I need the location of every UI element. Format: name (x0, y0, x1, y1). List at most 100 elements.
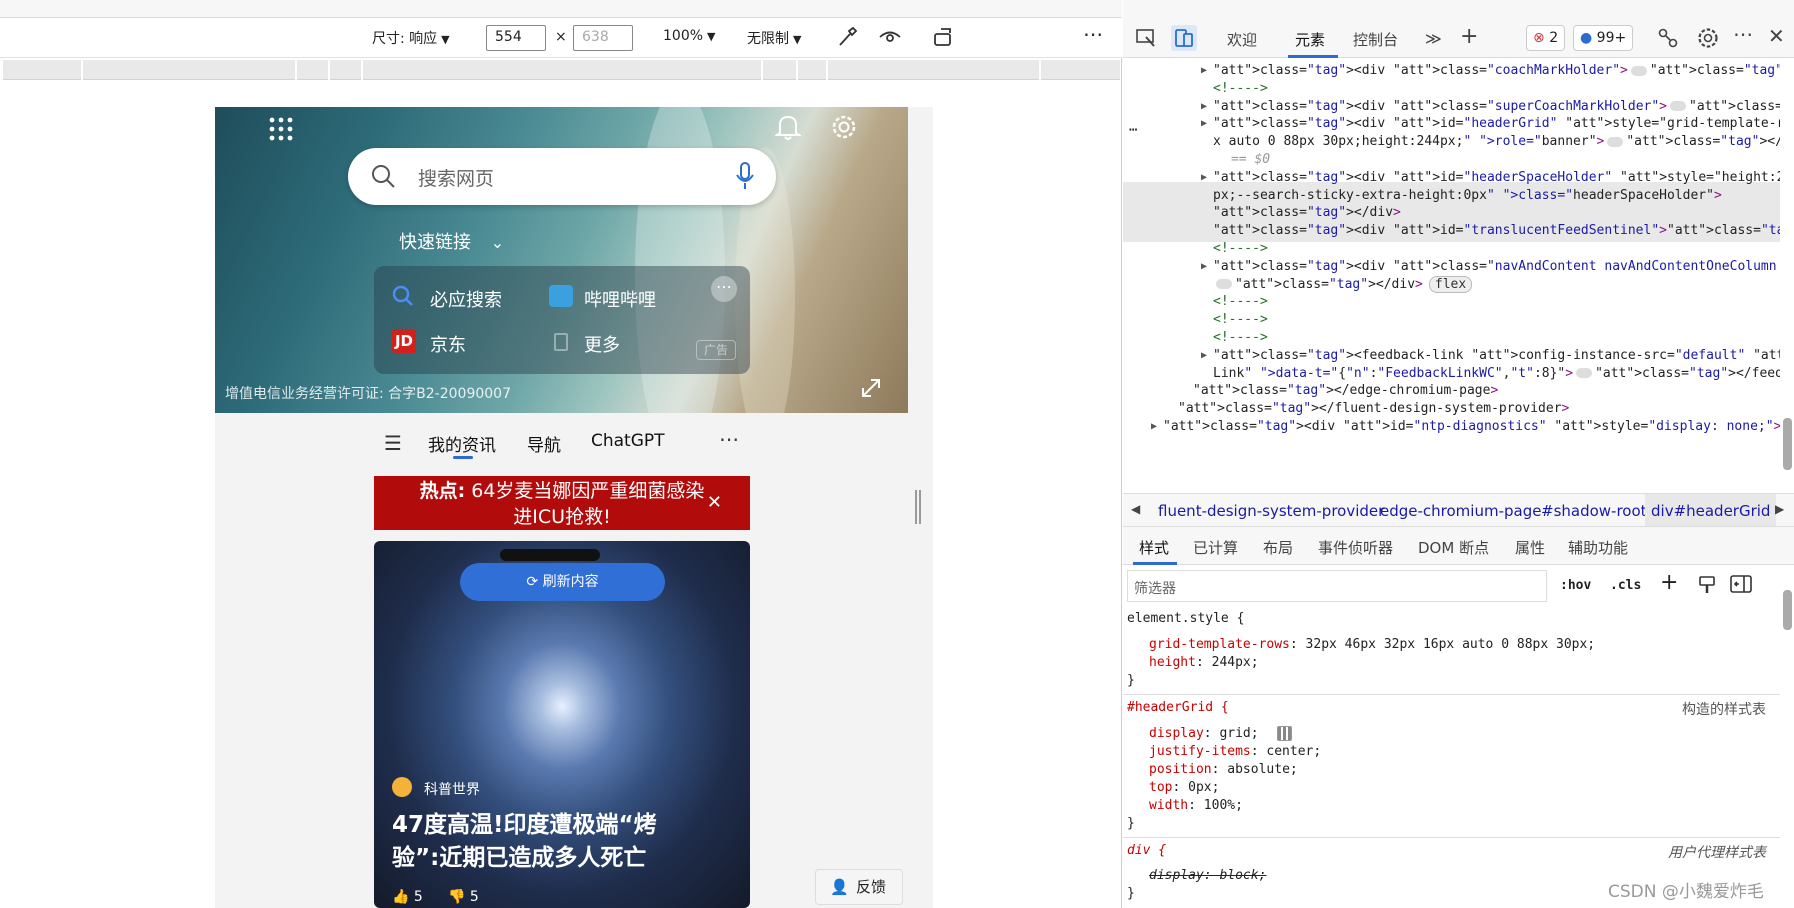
grid-editor-icon[interactable] (1277, 726, 1292, 741)
more-options-icon[interactable]: ⋯ (1733, 22, 1753, 46)
expand-triangle-icon[interactable]: ▶ (1201, 257, 1207, 277)
more-options-icon[interactable]: ⋯ (711, 276, 737, 302)
dropper-icon[interactable] (836, 25, 858, 53)
css-declaration[interactable]: grid-template-rows: 32px 46px 32px 16px … (1149, 636, 1595, 654)
errors-badge[interactable]: ⊗ 2 (1526, 25, 1566, 51)
sidebar-toggle-icon[interactable] (1730, 575, 1752, 597)
dislike-button[interactable]: 👎 5 (448, 889, 479, 905)
quick-link-bing[interactable]: 必应搜索 (430, 286, 502, 312)
cls-button[interactable]: .cls (1610, 578, 1641, 593)
quick-link-jd[interactable]: 京东 (430, 331, 466, 357)
gear-icon[interactable] (830, 113, 858, 145)
expand-triangle-icon[interactable]: ▶ (1201, 168, 1207, 188)
device-emulation-icon[interactable] (1171, 25, 1197, 51)
flex-badge[interactable]: flex (1428, 275, 1473, 293)
dom-node-line[interactable]: "att">class="tag"><div "att">id="translu… (1213, 221, 1780, 241)
hamburger-menu-icon[interactable]: ☰ (384, 431, 402, 455)
ellipsis-badge[interactable] (1670, 101, 1686, 112)
eye-icon[interactable] (878, 26, 902, 52)
search-box[interactable]: 搜索网页 (348, 148, 776, 205)
add-tab-icon[interactable]: + (1460, 24, 1478, 49)
ellipsis-badge[interactable] (1607, 136, 1624, 147)
apps-grid-icon[interactable] (268, 116, 294, 146)
throttle-dropdown[interactable]: 无限制 ▼ (747, 28, 801, 48)
microphone-icon[interactable] (735, 161, 755, 195)
css-declaration[interactable]: display: grid; (1149, 725, 1259, 743)
quick-link-more[interactable]: 更多 (584, 331, 620, 357)
breadcrumb-item[interactable]: #shadow-root (1541, 502, 1647, 520)
rotate-icon[interactable] (932, 25, 956, 53)
elements-scrollbar[interactable] (1783, 418, 1792, 470)
zoom-dropdown[interactable]: 100% ▼ (663, 28, 716, 44)
expand-triangle-icon[interactable]: ▶ (1201, 114, 1207, 134)
element-style-selector[interactable]: element.style { (1127, 610, 1244, 628)
node-actions-icon[interactable]: ⋯ (1129, 122, 1137, 138)
styles-filter-input[interactable]: 筛选器 (1127, 570, 1547, 602)
expand-triangle-icon[interactable]: ▶ (1151, 417, 1157, 437)
css-declaration[interactable]: width: 100%; (1149, 797, 1243, 815)
tab-accessibility[interactable]: 辅助功能 (1568, 537, 1628, 558)
tab-layout[interactable]: 布局 (1263, 537, 1293, 558)
css-declaration[interactable]: justify-items: center; (1149, 743, 1321, 761)
quick-links-toggle[interactable]: 快速链接 ⌄ (399, 228, 504, 254)
scroll-left-icon[interactable]: ◀ (1131, 502, 1140, 516)
tab-properties[interactable]: 属性 (1515, 537, 1545, 558)
close-icon[interactable]: ✕ (1768, 24, 1785, 48)
tab-computed[interactable]: 已计算 (1193, 537, 1238, 558)
like-button[interactable]: 👍 5 (392, 889, 423, 905)
rule-divider (1123, 837, 1780, 838)
more-tabs-icon[interactable]: ≫ (1425, 29, 1442, 48)
dom-node-line[interactable]: x auto 0 88px 30px;height:244px;" ">role… (1213, 132, 1780, 152)
messages-badge[interactable]: ● 99+ (1573, 25, 1634, 51)
ellipsis-badge[interactable] (1630, 65, 1647, 76)
quick-link-bilibili[interactable]: 哔哩哔哩 (584, 286, 656, 312)
headergrid-selector[interactable]: #headerGrid { (1127, 699, 1229, 717)
more-options-icon[interactable]: ⋯ (719, 427, 739, 451)
gear-icon[interactable] (1696, 26, 1720, 54)
expand-triangle-icon[interactable]: ▶ (1201, 61, 1207, 81)
tab-navigation[interactable]: 导航 (527, 431, 561, 456)
tab-elements[interactable]: 元素 (1295, 29, 1325, 50)
tab-welcome[interactable]: 欢迎 (1227, 29, 1257, 50)
css-declaration[interactable]: height: 244px; (1149, 654, 1259, 672)
search-input[interactable]: 搜索网页 (418, 164, 494, 191)
close-icon[interactable]: ✕ (707, 490, 722, 516)
breadcrumb-item-active[interactable]: div#headerGrid (1645, 494, 1777, 526)
jd-icon: JD (392, 329, 416, 353)
expand-triangle-icon[interactable]: ▶ (1201, 346, 1207, 366)
tab-event-listeners[interactable]: 事件侦听器 (1318, 537, 1393, 558)
div-selector[interactable]: div { (1127, 842, 1166, 860)
bell-icon[interactable] (773, 113, 803, 145)
add-rule-icon[interactable]: + (1660, 570, 1678, 595)
dimensions-dropdown[interactable]: 尺寸: 响应 ▼ (372, 28, 450, 48)
expand-icon[interactable] (860, 377, 882, 403)
ellipsis-badge[interactable] (1216, 279, 1232, 290)
breadcrumb-item[interactable]: edge-chromium-page (1380, 502, 1541, 520)
width-input[interactable]: 554 (486, 25, 546, 51)
tab-my-news[interactable]: 我的资讯 (428, 431, 496, 456)
styles-scrollbar[interactable] (1783, 590, 1792, 630)
tab-chatgpt[interactable]: ChatGPT (591, 431, 665, 451)
hot-news-banner[interactable]: 热点: 64岁麦当娜因严重细菌感染 进ICU抢救! ✕ (374, 476, 750, 530)
ellipsis-badge[interactable] (1576, 368, 1593, 379)
refresh-content-button[interactable]: ⟳ 刷新内容 (460, 563, 665, 601)
css-declaration[interactable]: position: absolute; (1149, 761, 1298, 779)
height-input[interactable]: 638 (573, 25, 633, 51)
dom-node-line[interactable]: ▶ "att">class="tag"><div "att">id="ntp-di… (1151, 417, 1780, 437)
scroll-right-icon[interactable]: ▶ (1775, 502, 1784, 516)
inspect-element-icon[interactable] (1135, 27, 1157, 53)
tab-styles[interactable]: 样式 (1139, 537, 1169, 558)
resize-handle[interactable] (915, 490, 921, 524)
card-title[interactable]: 47度高温!印度遭极端“烤 验”:近期已造成多人死亡 (392, 809, 732, 875)
dom-node-line[interactable]: ▶ "att">class="tag"><div "att">class="coa… (1201, 61, 1780, 81)
feedback-button[interactable]: 👤 反馈 (815, 869, 903, 905)
breadcrumb-item[interactable]: fluent-design-system-provider (1158, 502, 1384, 520)
paint-icon[interactable] (1698, 575, 1716, 599)
more-options-icon[interactable]: ⋯ (1083, 22, 1104, 46)
connections-icon[interactable] (1657, 27, 1679, 53)
tab-console[interactable]: 控制台 (1353, 29, 1398, 50)
hov-button[interactable]: :hov (1560, 578, 1591, 593)
tab-dom-breakpoints[interactable]: DOM 断点 (1418, 537, 1489, 558)
license-text[interactable]: 增值电信业务经营许可证: 合字B2-20090007 (225, 383, 511, 403)
css-declaration[interactable]: top: 0px; (1149, 779, 1219, 797)
